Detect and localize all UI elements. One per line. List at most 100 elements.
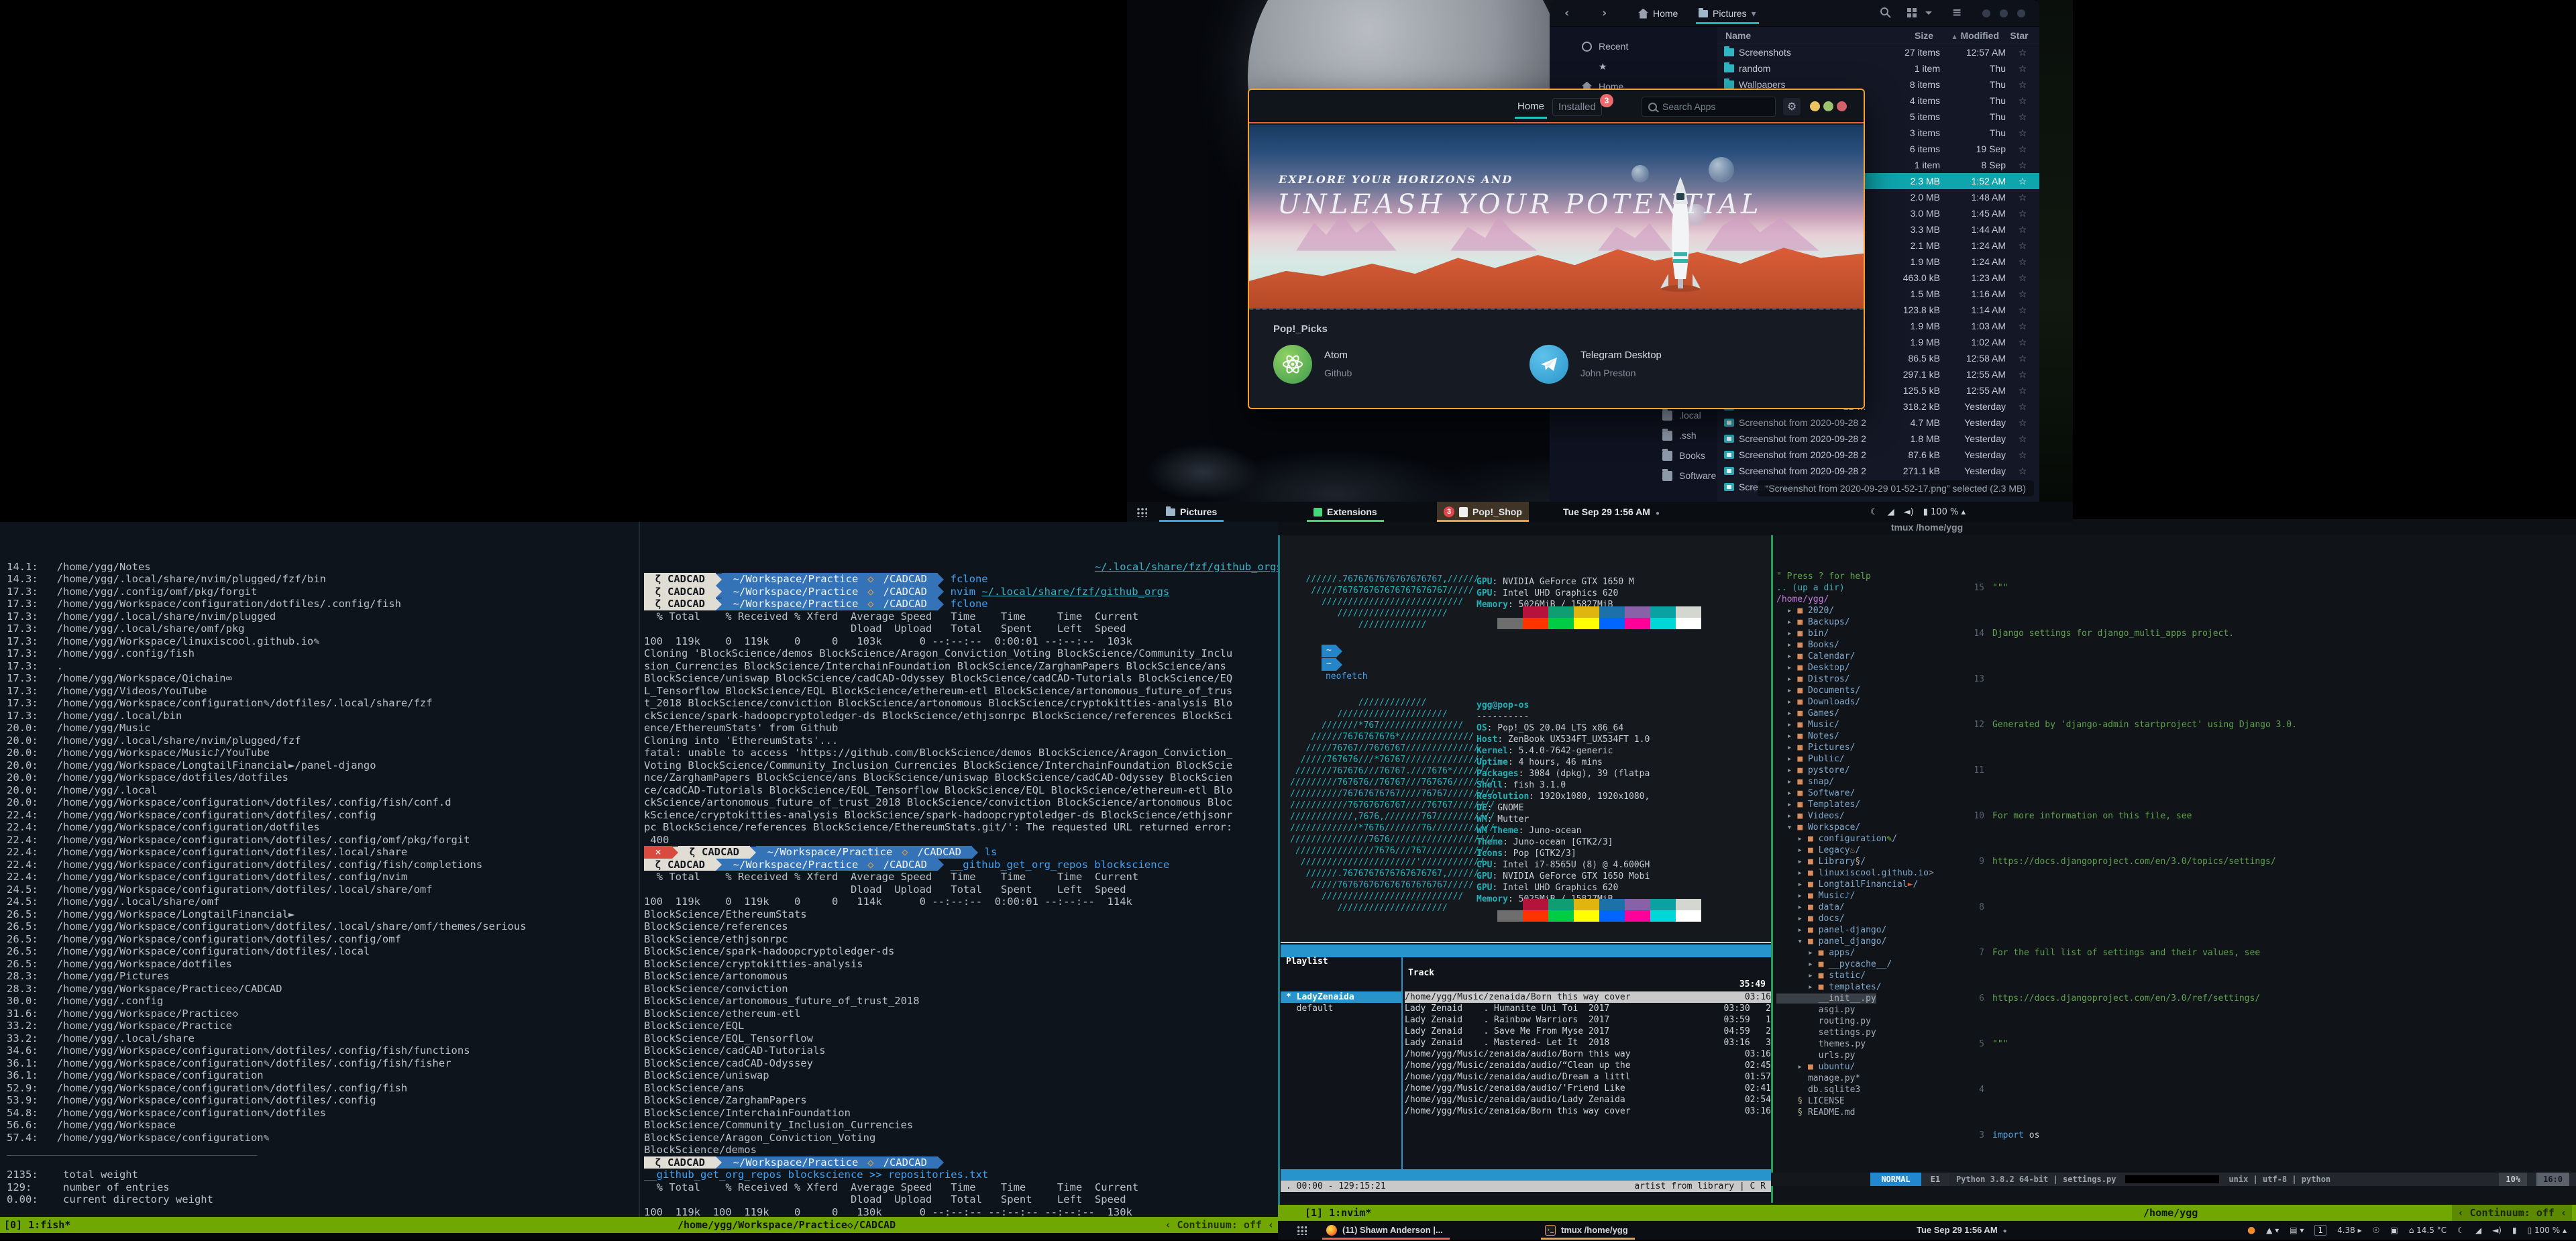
tree-item[interactable]: ▸ ■ Documents/	[1776, 685, 1948, 696]
star-icon[interactable]: ☆	[2006, 369, 2039, 380]
clock[interactable]: Tue Sep 29 1:56 AM●	[1563, 502, 1660, 524]
system-tray[interactable]: ●▲ ▾▤ ▾14.38 ▸☉▣⌂ 14.5 °C☾◢◄)▮▯ 100 % ▴	[2247, 1221, 2567, 1240]
tray-icon[interactable]: ▮ 100 % ▴	[1923, 507, 1966, 517]
pick-atom[interactable]: Atom Github	[1273, 345, 1352, 384]
tree-item[interactable]: § README.md	[1776, 1107, 1948, 1118]
clock[interactable]: Tue Sep 29 1:56 AM●	[1917, 1221, 2007, 1241]
star-icon[interactable]: ☆	[2006, 433, 2039, 445]
tree-item[interactable]: asgi.py	[1776, 1004, 1948, 1016]
tree-item[interactable]: ▸ ■ Books/	[1776, 639, 1948, 651]
tree-item[interactable]: ▸ ■ panel-django/	[1776, 924, 1948, 936]
tree-item[interactable]: ▾ ■ panel_django/	[1776, 936, 1948, 947]
tree-item[interactable]: ▸ ■ ubuntu/	[1776, 1061, 1948, 1073]
star-icon[interactable]: ☆	[2006, 417, 2039, 429]
star-icon[interactable]: ☆	[2006, 192, 2039, 203]
search-input[interactable]: Search Apps	[1642, 97, 1776, 117]
tree-item[interactable]: routing.py	[1776, 1016, 1948, 1027]
star-icon[interactable]: ☆	[2006, 337, 2039, 348]
tree-item[interactable]: ▸ ■ LongtailFinancial►/	[1776, 879, 1948, 890]
tree-item[interactable]: ▸ ■ configuration✎/	[1776, 833, 1948, 845]
star-icon[interactable]: ☆	[2006, 353, 2039, 364]
star-icon[interactable]: ☆	[2006, 79, 2039, 91]
tree-item[interactable]: ▸ ■ Calendar/	[1776, 651, 1948, 662]
window-controls[interactable]	[1982, 9, 2025, 17]
back-button[interactable]: ‹	[1564, 5, 1569, 22]
panel-item-tmux[interactable]: ›_ tmux /home/ygg	[1540, 1221, 1633, 1240]
track-row[interactable]: /home/ygg/Music/zenaida/Born this way co…	[1405, 991, 1771, 1003]
tray-icon[interactable]: ☾	[1870, 507, 1878, 517]
tree-item[interactable]: § LICENSE	[1776, 1095, 1948, 1107]
pane-divider[interactable]	[1771, 535, 1773, 1203]
maximize-button[interactable]	[1823, 101, 1833, 111]
star-icon[interactable]: ☆	[2006, 111, 2039, 123]
star-icon[interactable]: ☆	[2006, 224, 2039, 235]
tree-item[interactable]: settings.py	[1776, 1027, 1948, 1038]
table-row[interactable]: Screenshot from 2020-09-28 21-… 4.7 MB Y…	[1717, 415, 2039, 431]
tray-icon[interactable]: ◄)	[1904, 507, 1914, 517]
sidebar-item[interactable]: ★	[1550, 56, 1717, 76]
tray-icon[interactable]: ☉	[2373, 1226, 2380, 1235]
terminal-pane-fish[interactable]: 14.1: /home/ygg/Notes14.3: /home/ygg/.lo…	[0, 523, 639, 1217]
tree-item[interactable]: urls.py	[1776, 1050, 1948, 1061]
panel-item-firefox[interactable]: (11) Shawn Anderson |...	[1321, 1221, 1448, 1240]
table-row[interactable]: Screenshot from 2020-09-28 20-… 271.1 kB…	[1717, 463, 2039, 479]
tray-icon[interactable]: ⌂ 14.5 °C	[2409, 1226, 2447, 1235]
table-row[interactable]: Screenshot from 2020-09-28 21-… 1.8 MB Y…	[1717, 431, 2039, 447]
track-row[interactable]: /home/ygg/Music/zenaida/Born this way co…	[1405, 1105, 1771, 1117]
search-icon[interactable]	[1880, 7, 1892, 22]
minimize-button[interactable]	[1810, 101, 1820, 111]
star-icon[interactable]: ☆	[2006, 466, 2039, 477]
table-row[interactable]: Screenshots 27 items 12:57 AM ☆	[1717, 44, 2039, 60]
music-player-pane[interactable]: Playlist Track 35:49 * LadyZenaida defau…	[1281, 943, 1771, 1203]
sidebar-bookmark[interactable]: .ssh	[1550, 425, 1717, 445]
tree-item[interactable]: ▸ ■ Public/	[1776, 753, 1948, 765]
tree-item[interactable]: ▾ ■ Workspace/	[1776, 822, 1948, 833]
tree-item[interactable]: ▸ ■ apps/	[1776, 947, 1948, 959]
banner[interactable]: EXPLORE YOUR HORIZONS AND UNLEASH YOUR P…	[1249, 125, 1864, 309]
tree-item[interactable]: manage.py*	[1776, 1073, 1948, 1084]
star-icon[interactable]: ☆	[2006, 256, 2039, 268]
star-icon[interactable]: ☆	[2006, 288, 2039, 300]
tree-item[interactable]: ▸ ■ __pycache__/	[1776, 959, 1948, 970]
tree-item[interactable]: /home/ygg/	[1776, 594, 1948, 605]
sidebar-bookmark[interactable]: Books	[1550, 445, 1717, 466]
star-icon[interactable]: ☆	[2006, 240, 2039, 252]
tree-item[interactable]: ▸ ■ Software/	[1776, 788, 1948, 799]
tree-item[interactable]: ▸ ■ Downloads/	[1776, 696, 1948, 708]
star-icon[interactable]: ☆	[2006, 127, 2039, 139]
star-icon[interactable]: ☆	[2006, 95, 2039, 107]
tree-item[interactable]: ▸ ■ Pictures/	[1776, 742, 1948, 753]
tray-icon[interactable]: 1	[2314, 1225, 2326, 1236]
star-icon[interactable]: ☆	[2006, 385, 2039, 396]
tree-item[interactable]: ▸ ■ Backups/	[1776, 616, 1948, 628]
tray-icon[interactable]: ◢	[1888, 507, 1894, 517]
tree-item[interactable]: themes.py	[1776, 1038, 1948, 1050]
tray-icon[interactable]: ▣	[2390, 1226, 2398, 1235]
star-icon[interactable]: ☆	[2006, 63, 2039, 74]
tree-item[interactable]: ▸ ■ pystore/	[1776, 765, 1948, 776]
breadcrumb-pictures[interactable]: Pictures ▾	[1692, 3, 1763, 23]
track-row[interactable]: /home/ygg/Music/zenaida/audio/“Clean up …	[1405, 1060, 1771, 1071]
star-icon[interactable]: ☆	[2006, 144, 2039, 155]
pick-telegram[interactable]: Telegram Desktop John Preston	[1529, 345, 1662, 384]
tree-item[interactable]: ▸ ■ docs/	[1776, 913, 1948, 924]
track-row[interactable]: /home/ygg/Music/zenaida/audio/Dream a li…	[1405, 1071, 1771, 1083]
tray-icon[interactable]: ▤ ▾	[2290, 1226, 2304, 1235]
tree-item[interactable]: db.sqlite3	[1776, 1084, 1948, 1095]
playlist-item[interactable]: * LadyZenaida	[1281, 991, 1401, 1003]
breadcrumb-home[interactable]: Home	[1631, 3, 1684, 23]
tree-item[interactable]: ▸ ■ Library§/	[1776, 856, 1948, 867]
track-row[interactable]: Lady Zenaid . Humanite Uni Toi 201703:30…	[1405, 1003, 1771, 1014]
star-icon[interactable]: ☆	[2006, 272, 2039, 284]
tree-item[interactable]: ▸ ■ Distros/	[1776, 673, 1948, 685]
tree-item[interactable]: ▸ ■ Desktop/	[1776, 662, 1948, 673]
tree-item[interactable]: __init__.py	[1776, 993, 1948, 1004]
neofetch-pane[interactable]: //////.7676767676767676767,////// /////7…	[1281, 535, 1771, 943]
menu-button[interactable]: ≡	[1952, 7, 1962, 19]
tray-icon[interactable]: ☾	[2457, 1226, 2465, 1235]
track-row[interactable]: Lady Zenaid . Save Me From Myse 201704:5…	[1405, 1026, 1771, 1037]
tree-item[interactable]: ▸ ■ Templates/	[1776, 799, 1948, 810]
tree-item[interactable]: ▸ ■ linuxiscool.github.io>	[1776, 867, 1948, 879]
apps-grid-icon[interactable]	[1136, 507, 1147, 517]
tree-item[interactable]: ▸ ■ 2020/	[1776, 605, 1948, 616]
